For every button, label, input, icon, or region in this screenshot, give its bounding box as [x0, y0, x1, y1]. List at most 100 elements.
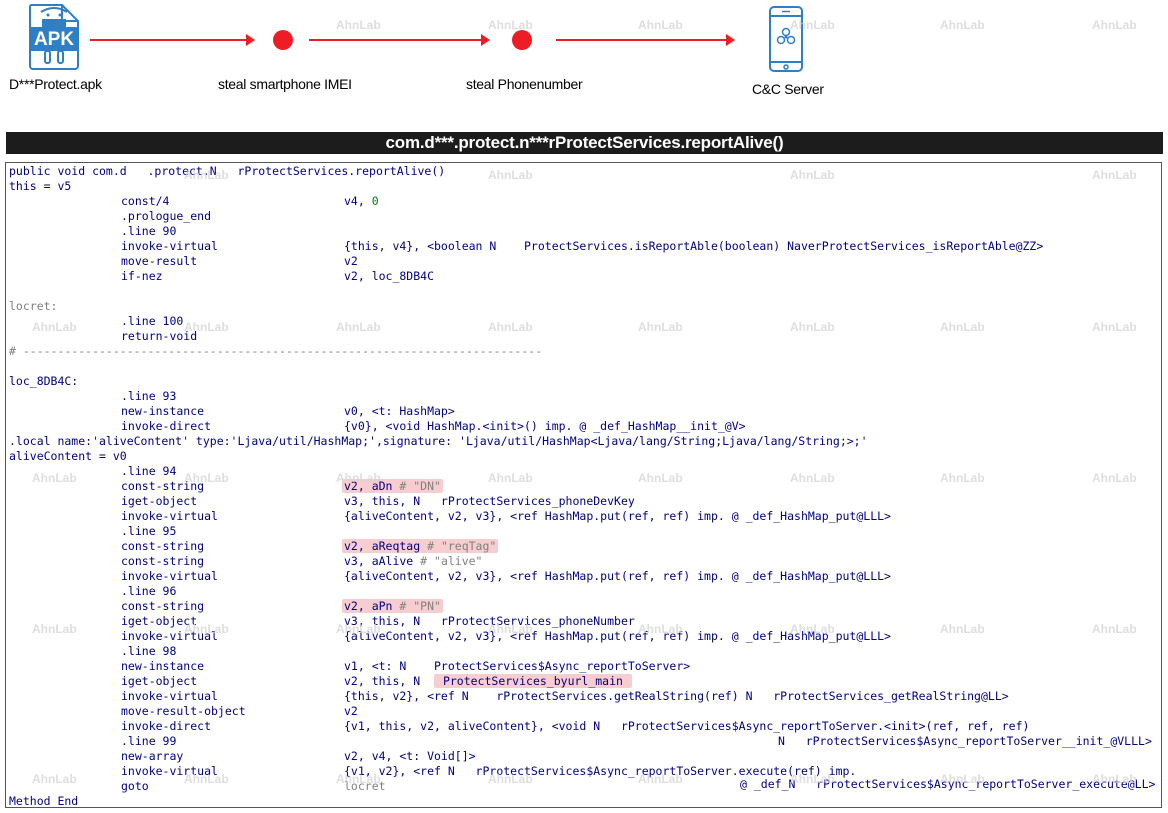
code-line: .line 95 — [121, 524, 177, 538]
code-line: new-instance — [121, 404, 205, 418]
code-line: invoke-virtual — [121, 509, 218, 523]
watermark: AhnLab — [1092, 622, 1137, 636]
watermark: AhnLab — [638, 772, 683, 786]
code-line: new-array — [121, 749, 184, 763]
code-line-operand: {this, v2}, <ref N rProtectServices.getR… — [344, 689, 1009, 703]
code-line: new-instance — [121, 659, 205, 673]
code-line-operand: {v0}, <void HashMap.<init>() imp. @ _def… — [344, 419, 746, 433]
watermark: AhnLab — [790, 772, 835, 786]
watermark: AhnLab — [1092, 320, 1137, 334]
watermark: AhnLab — [488, 772, 533, 786]
code-line: const-string — [121, 554, 205, 568]
watermark: AhnLab — [184, 622, 229, 636]
watermark: AhnLab — [32, 622, 77, 636]
step-imei-label: steal smartphone IMEI — [218, 76, 352, 92]
code-line-operand: v2 — [344, 704, 358, 718]
code-line: .line 90 — [121, 224, 177, 238]
watermark: AhnLab — [638, 622, 683, 636]
apk-label: D***Protect.apk — [9, 76, 102, 92]
watermark: AhnLab — [790, 471, 835, 485]
code-line-operand: {v1, this, v2, aliveContent}, <void N rP… — [344, 719, 1030, 733]
watermark: AhnLab — [488, 622, 533, 636]
code-line: invoke-direct — [121, 419, 212, 433]
watermark: AhnLab — [940, 320, 985, 334]
watermark: AhnLab — [32, 471, 77, 485]
code-line: move-result-object — [121, 704, 246, 718]
watermark: AhnLab — [184, 320, 229, 334]
function-title: com.d***.protect.n***rProtectServices.re… — [6, 132, 1163, 154]
watermark: AhnLab — [940, 471, 985, 485]
watermark: AhnLab — [488, 471, 533, 485]
code-line-operand: {aliveContent, v2, v3}, <ref HashMap.put… — [344, 569, 891, 583]
watermark: AhnLab — [940, 622, 985, 636]
disassembly-code-panel[interactable]: public void com.d .protect.N rProtectSer… — [5, 162, 1162, 808]
watermark: AhnLab — [940, 772, 985, 786]
watermark: AhnLab — [638, 471, 683, 485]
cnc-server-label: C&C Server — [752, 81, 824, 97]
code-line: iget-object — [121, 494, 198, 508]
watermark: AhnLab — [1092, 471, 1137, 485]
watermark: AhnLab — [1092, 18, 1137, 32]
arrow-1 — [90, 34, 255, 46]
watermark: AhnLab — [336, 18, 381, 32]
watermark: AhnLab — [940, 18, 985, 32]
watermark: AhnLab — [790, 18, 835, 32]
code-line: .line 98 — [121, 644, 177, 658]
code-line-operand: v4, 0 — [344, 194, 379, 208]
watermark: AhnLab — [638, 18, 683, 32]
code-line: const-string — [121, 539, 205, 553]
code-line-operand[interactable]: v2, loc_8DB4C — [344, 269, 434, 284]
step-phonenumber-dot — [512, 30, 532, 50]
watermark: AhnLab — [488, 168, 533, 182]
code-line-operand: v0, <t: HashMap> — [344, 404, 455, 418]
code-line: invoke-direct — [121, 719, 212, 733]
watermark: AhnLab — [790, 320, 835, 334]
arrow-3 — [556, 34, 735, 46]
code-line: .line 94 — [121, 464, 177, 478]
watermark: AhnLab — [1092, 772, 1137, 786]
code-line-operand: v2, v4, <t: Void[]> — [344, 749, 476, 763]
code-line: if-nez — [121, 269, 163, 283]
arrow-2 — [309, 34, 490, 46]
code-line: const-string — [121, 599, 205, 613]
code-line-operand: v1, <t: N ProtectServices$Async_reportTo… — [344, 659, 691, 673]
watermark: AhnLab — [1092, 168, 1137, 182]
code-line: .line 93 — [121, 389, 177, 403]
step-imei-dot — [273, 30, 293, 50]
code-line-continuation: N rProtectServices$Async_reportToServer_… — [778, 734, 1152, 748]
code-line: aliveContent = v0 — [9, 449, 127, 463]
apk-badge-text: APK — [33, 29, 75, 50]
code-label[interactable]: loc_8DB4C: — [9, 374, 78, 389]
watermark: AhnLab — [790, 622, 835, 636]
watermark: AhnLab — [336, 320, 381, 334]
watermark: AhnLab — [32, 772, 77, 786]
code-line: this = v5 — [9, 179, 72, 193]
code-label[interactable]: locret: — [9, 299, 57, 314]
code-line-operand: v3, aAlive # "alive" — [344, 554, 483, 568]
watermark: AhnLab — [184, 168, 229, 182]
watermark: AhnLab — [790, 168, 835, 182]
code-line: Method End — [9, 794, 79, 808]
code-line-operand: v3, this, N rProtectServices_phoneDevKey — [344, 494, 635, 508]
code-line: invoke-virtual — [121, 239, 218, 253]
code-line-operand: {aliveContent, v2, v3}, <ref HashMap.put… — [344, 509, 891, 523]
code-line-operand: v2 — [344, 254, 358, 268]
watermark: AhnLab — [184, 471, 229, 485]
highlighted-operand-reqtag: v2, aReqtag # "reqTag" — [342, 539, 499, 553]
watermark: AhnLab — [488, 320, 533, 334]
watermark: AhnLab — [32, 320, 77, 334]
code-separator: # --------------------------------------… — [9, 344, 543, 358]
code-line: .prologue_end — [121, 209, 212, 223]
step-phonenumber-label: steal Phonenumber — [466, 76, 583, 92]
cnc-server-icon — [769, 6, 803, 72]
code-line: .line 100 — [121, 314, 184, 328]
highlighted-operand-pn: v2, aPn # "PN" — [342, 599, 443, 613]
watermark: AhnLab — [488, 18, 533, 32]
watermark: AhnLab — [638, 320, 683, 334]
highlighted-operand-byurl: v2, this, N ProtectServices_byurl_main — [344, 674, 632, 688]
watermark: AhnLab — [336, 622, 381, 636]
watermark: AhnLab — [336, 471, 381, 485]
code-line: const/4 — [121, 194, 170, 208]
code-line: .line 96 — [121, 584, 177, 598]
watermark: AhnLab — [184, 772, 229, 786]
